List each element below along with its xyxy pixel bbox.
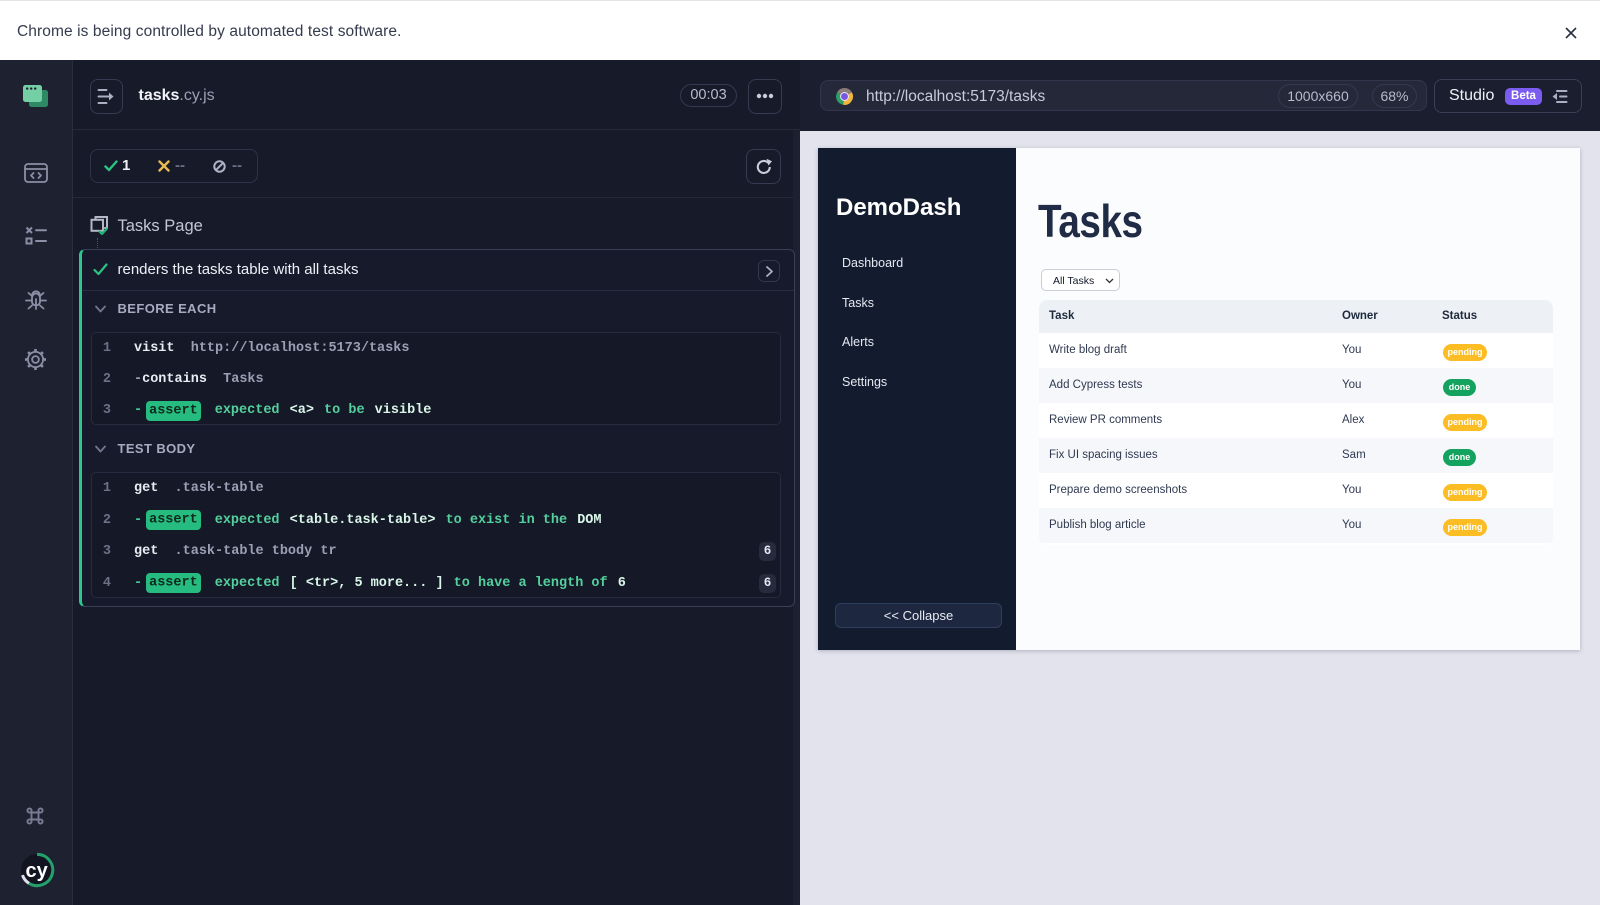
- svg-text:cy: cy: [26, 860, 49, 882]
